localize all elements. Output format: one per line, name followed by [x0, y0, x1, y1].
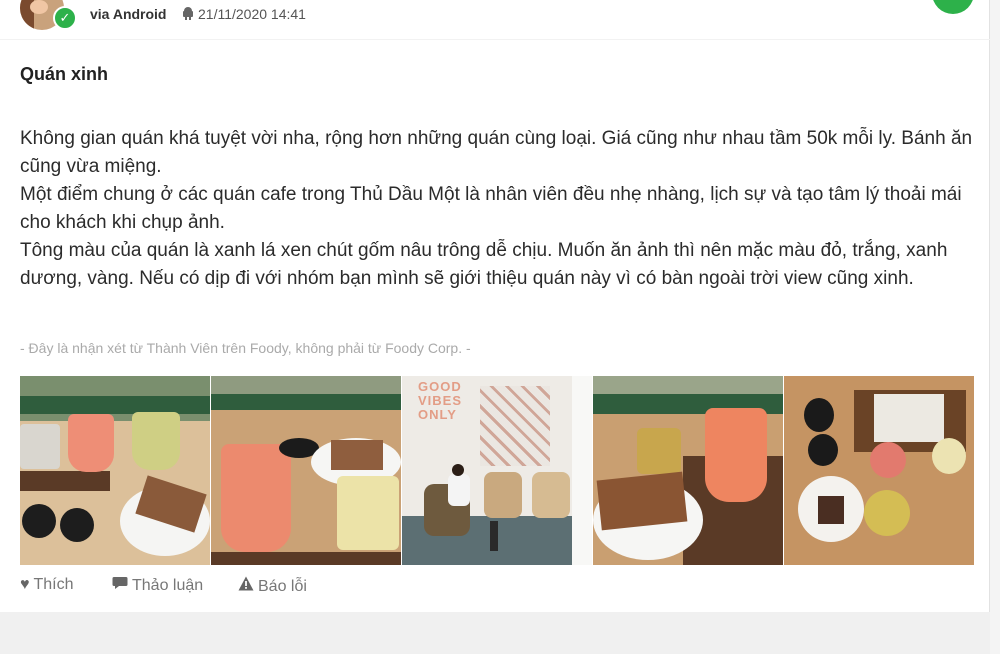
like-button[interactable]: ♥ Thích	[20, 576, 74, 594]
disclaimer-text: - Đây là nhận xét từ Thành Viên trên Foo…	[20, 340, 471, 356]
review-header: ✓ via Android 21/11/2020 14:41	[0, 0, 990, 40]
review-photo[interactable]	[593, 376, 783, 565]
review-body: Không gian quán khá tuyệt vời nha, rộng …	[20, 125, 980, 293]
heart-icon: ♥	[20, 576, 30, 593]
review-paragraph: Tông màu của quán là xanh lá xen chút gố…	[20, 240, 948, 289]
page-scroll-gutter	[990, 0, 1000, 654]
discuss-label: Thảo luận	[132, 577, 204, 594]
warning-icon	[238, 576, 254, 596]
review-paragraph: Không gian quán khá tuyệt vời nha, rộng …	[20, 128, 973, 177]
review-paragraph: Một điểm chung ở các quán cafe trong Thủ…	[20, 184, 962, 233]
review-title[interactable]: Quán xinh	[20, 64, 108, 85]
post-date: 21/11/2020 14:41	[198, 6, 306, 22]
report-button[interactable]: Báo lỗi	[238, 576, 307, 596]
review-photo[interactable]	[211, 376, 401, 565]
speech-bubble-icon	[112, 576, 128, 595]
cafe-wall-sign: GOOD VIBES ONLY	[418, 379, 463, 422]
report-label: Báo lỗi	[258, 578, 307, 595]
verified-check-icon: ✓	[53, 6, 77, 30]
score-badge	[932, 0, 974, 14]
like-label: Thích	[33, 576, 74, 593]
photo-gallery: GOOD VIBES ONLY	[20, 376, 974, 565]
review-photo[interactable]	[20, 376, 210, 565]
discuss-button[interactable]: Thảo luận	[112, 576, 203, 595]
via-label: via Android	[90, 6, 167, 22]
review-photo[interactable]	[784, 376, 974, 565]
android-icon	[182, 7, 194, 23]
review-photo[interactable]: GOOD VIBES ONLY	[402, 376, 592, 565]
review-card: ✓ via Android 21/11/2020 14:41 Quán xinh…	[0, 0, 990, 612]
